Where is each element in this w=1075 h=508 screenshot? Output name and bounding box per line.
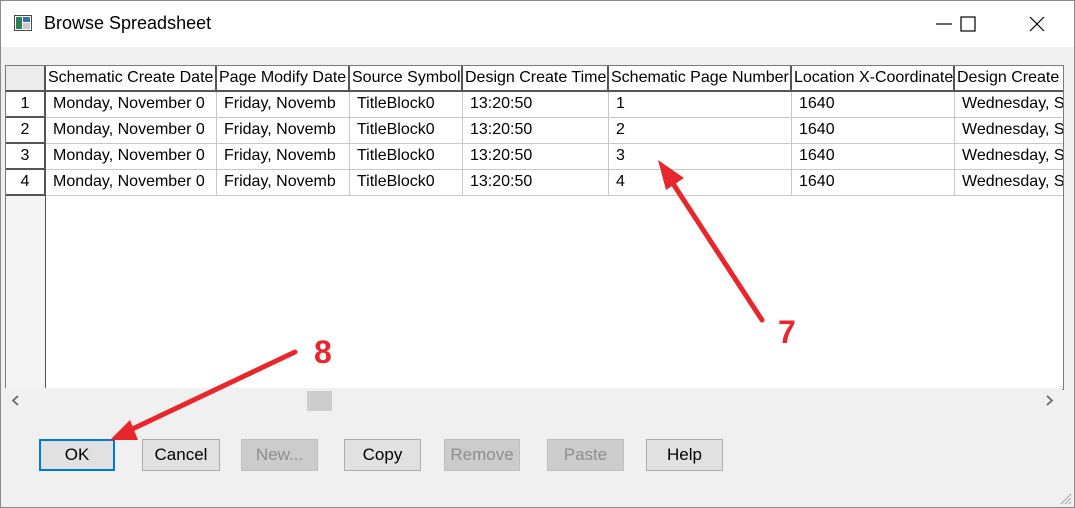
arrow-8-icon — [110, 349, 298, 440]
annotation-step-8: 8 — [314, 334, 332, 370]
arrow-7-icon — [658, 160, 765, 323]
annotation-step-7: 7 — [778, 314, 796, 350]
annotation-overlay — [110, 160, 765, 440]
